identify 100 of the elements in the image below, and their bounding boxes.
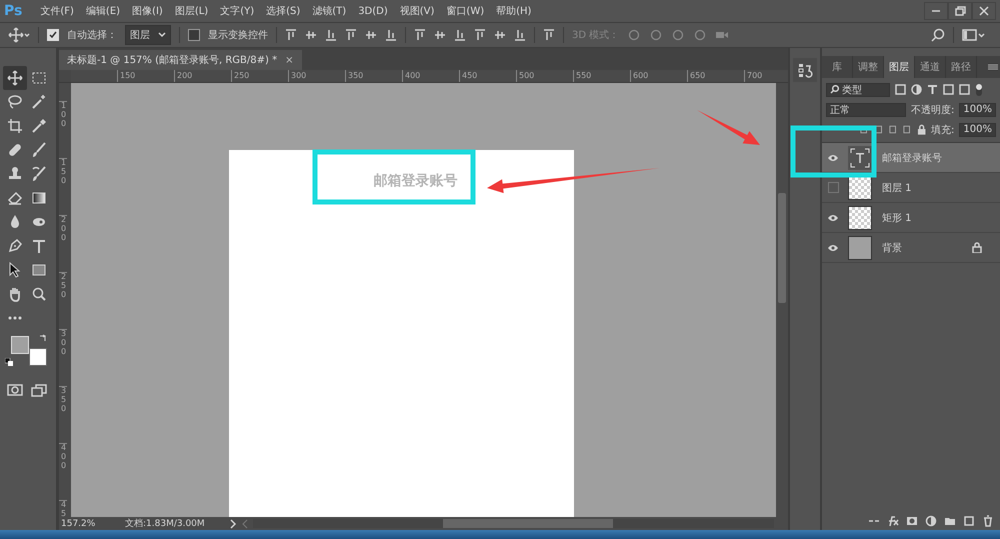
- brush-icon[interactable]: [31, 166, 47, 182]
- close-button[interactable]: [972, 2, 996, 20]
- gradient-icon[interactable]: [31, 190, 47, 206]
- lock-option-icon[interactable]: [902, 124, 912, 135]
- lock-option-icon[interactable]: [888, 124, 898, 135]
- menu-item[interactable]: 选择(S): [266, 4, 300, 18]
- panel-tab[interactable]: 图层: [884, 56, 915, 78]
- menu-item[interactable]: 图层(L): [174, 4, 208, 18]
- align-icon[interactable]: [494, 29, 506, 41]
- lasso-icon[interactable]: [7, 94, 23, 110]
- cursor-icon[interactable]: [7, 262, 23, 278]
- search-icon[interactable]: [931, 28, 945, 42]
- half-circle-icon[interactable]: [925, 515, 937, 527]
- screen-mode-icon[interactable]: [31, 383, 47, 397]
- menu-item[interactable]: 图像(I): [132, 4, 163, 18]
- align-icon[interactable]: [543, 29, 555, 41]
- panel-tab[interactable]: 通道: [915, 56, 946, 78]
- align-icon[interactable]: [365, 29, 377, 41]
- align-icon[interactable]: [385, 29, 397, 41]
- filter-dropdown[interactable]: 类型: [826, 82, 890, 96]
- menu-item[interactable]: 滤镜(T): [312, 4, 346, 18]
- blend-mode-dropdown[interactable]: 正常: [826, 102, 906, 116]
- new-layer-icon[interactable]: [963, 515, 975, 527]
- menu-item[interactable]: 窗口(W): [446, 4, 484, 18]
- opacity-field[interactable]: 100%: [959, 102, 996, 116]
- workspace-icon[interactable]: [962, 28, 986, 42]
- menu-item[interactable]: 视图(V): [400, 4, 434, 18]
- wand-icon[interactable]: [31, 94, 47, 110]
- layer-row[interactable]: 邮箱登录账号: [822, 143, 1000, 173]
- stamp-icon[interactable]: [7, 166, 23, 182]
- scroll-thumb[interactable]: [778, 193, 786, 303]
- hand-icon[interactable]: [7, 286, 23, 302]
- align-icon[interactable]: [345, 29, 357, 41]
- visibility-toggle[interactable]: [828, 182, 838, 193]
- layer-row[interactable]: 图层 1: [822, 173, 1000, 203]
- panel-tab[interactable]: 路径: [946, 56, 977, 78]
- fill-field[interactable]: 100%: [959, 122, 996, 136]
- lock-option-icon[interactable]: [874, 124, 883, 135]
- half-circle-icon[interactable]: [911, 84, 922, 95]
- chevron-right-icon[interactable]: [229, 518, 237, 528]
- folder-icon[interactable]: [944, 515, 956, 527]
- align-icon[interactable]: [325, 29, 337, 41]
- layer-name: 背景: [881, 242, 903, 254]
- crop-icon[interactable]: [7, 118, 23, 134]
- toggle-icon[interactable]: [975, 82, 983, 96]
- menu-item[interactable]: 文字(Y): [220, 4, 254, 18]
- fill-label: 填充:: [931, 124, 954, 136]
- layer-row[interactable]: 背景: [822, 233, 1000, 263]
- pen-icon[interactable]: [7, 238, 23, 254]
- type-icon[interactable]: [31, 238, 47, 254]
- default-colors-icon[interactable]: [5, 358, 13, 366]
- align-icon[interactable]: [474, 29, 486, 41]
- eye-icon[interactable]: [827, 244, 839, 252]
- align-icon[interactable]: [305, 29, 317, 41]
- magnifier-icon[interactable]: [31, 286, 47, 302]
- eyedropper-icon[interactable]: [31, 118, 47, 134]
- menu-item[interactable]: 3D(D): [358, 6, 388, 16]
- lock-icon[interactable]: [916, 124, 926, 135]
- trash-icon[interactable]: [982, 515, 994, 527]
- eye-icon[interactable]: [827, 154, 839, 162]
- type-icon[interactable]: [927, 84, 938, 95]
- vertical-scrollbar[interactable]: [776, 83, 788, 517]
- ruler-label: 400: [59, 443, 67, 500]
- menu-item[interactable]: 文件(F): [40, 4, 74, 18]
- menu-item[interactable]: 帮助(H): [496, 4, 532, 18]
- horizontal-scrollbar[interactable]: [253, 519, 774, 528]
- rectangle-icon[interactable]: [31, 262, 47, 278]
- align-icon[interactable]: [514, 29, 526, 41]
- eraser-icon[interactable]: [7, 190, 23, 206]
- menu-item[interactable]: 编辑(E): [86, 4, 120, 18]
- background-swatch[interactable]: [29, 348, 47, 366]
- restore-button[interactable]: [948, 2, 972, 20]
- foreground-swatch[interactable]: [11, 336, 29, 354]
- brush-icon[interactable]: [31, 142, 47, 158]
- align-icon[interactable]: [414, 29, 426, 41]
- mask-icon[interactable]: [906, 515, 918, 527]
- history-button[interactable]: [793, 58, 817, 82]
- fx-icon[interactable]: [887, 515, 899, 527]
- mask-icon[interactable]: [7, 383, 23, 397]
- close-icon[interactable]: ×: [285, 54, 294, 66]
- scroll-thumb[interactable]: [443, 519, 613, 528]
- align-icon[interactable]: [285, 29, 297, 41]
- document-icon[interactable]: [959, 84, 970, 95]
- align-icon[interactable]: [434, 29, 446, 41]
- target-dropdown[interactable]: 图层: [125, 25, 171, 45]
- checkbox[interactable]: [188, 29, 200, 41]
- crop-icon[interactable]: [943, 84, 954, 95]
- swap-icon[interactable]: [39, 334, 47, 342]
- ruler-label: 450: [459, 70, 516, 82]
- panel-tab[interactable]: 库: [822, 56, 853, 78]
- minimize-button[interactable]: [924, 2, 948, 20]
- move-icon[interactable]: [8, 27, 30, 43]
- marquee-icon[interactable]: [31, 70, 47, 86]
- close-icon: [978, 5, 990, 17]
- move-icon[interactable]: [7, 70, 23, 86]
- image-icon[interactable]: [895, 84, 906, 95]
- document-tab[interactable]: 未标题-1 @ 157% (邮箱登录账号, RGB/8#) * ×: [59, 50, 302, 70]
- eye-icon[interactable]: [827, 214, 839, 222]
- layer-row[interactable]: 矩形 1: [822, 203, 1000, 233]
- align-icon[interactable]: [454, 29, 466, 41]
